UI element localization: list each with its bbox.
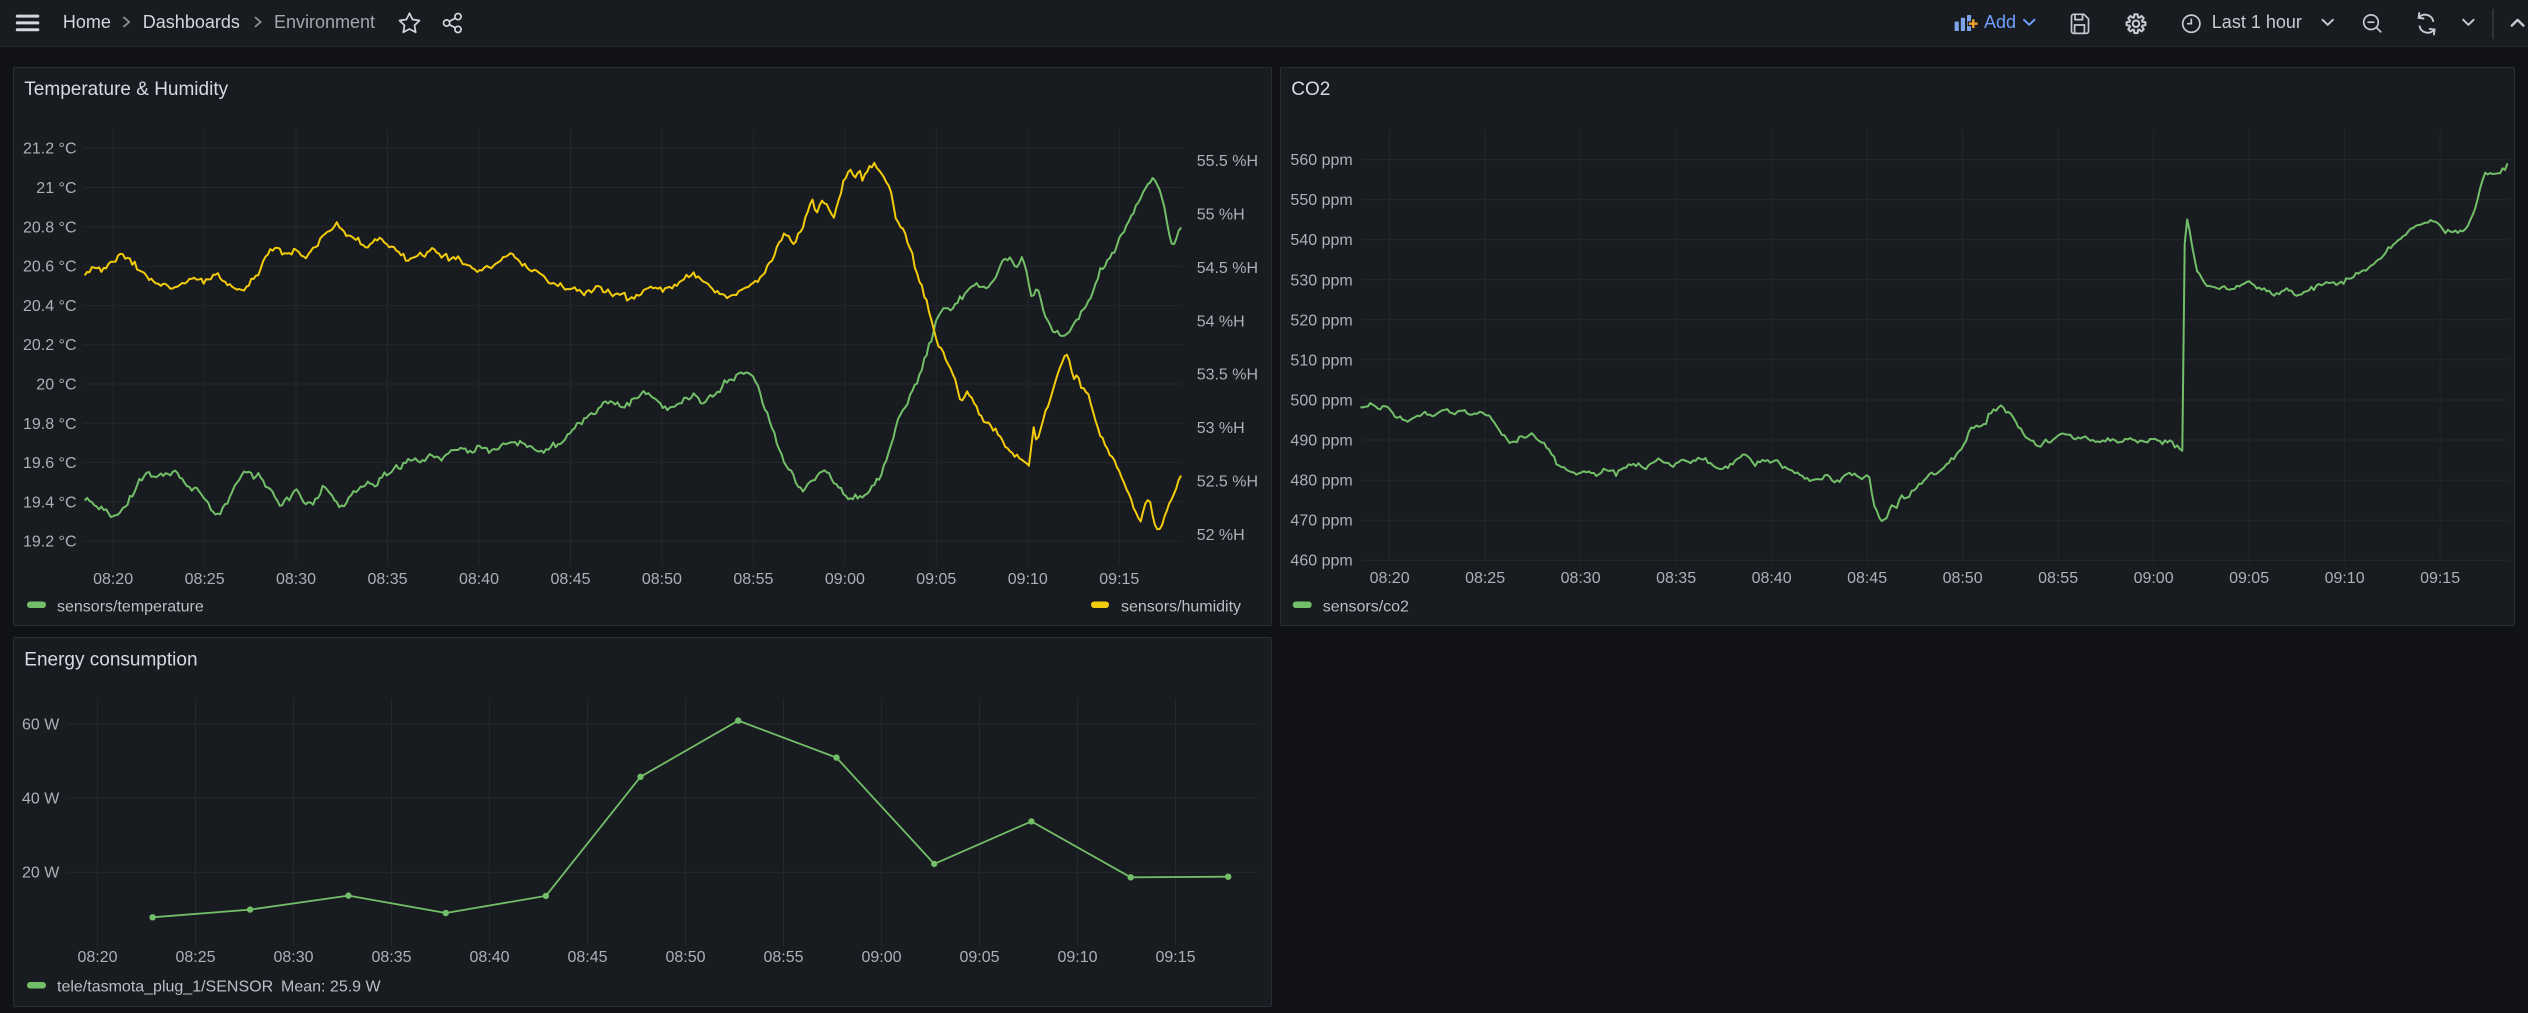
svg-text:19.6 °C: 19.6 °C [23,455,77,472]
svg-text:08:35: 08:35 [367,571,407,588]
svg-text:Temperature & Humidity: Temperature & Humidity [24,79,228,100]
svg-text:09:05: 09:05 [2229,570,2269,587]
svg-text:55 %H: 55 %H [1197,207,1245,224]
svg-text:20.6 °C: 20.6 °C [23,259,77,276]
svg-text:08:30: 08:30 [1561,570,1601,587]
svg-text:20.8 °C: 20.8 °C [23,219,77,236]
svg-text:tele/tasmota_plug_1/SENSOR: tele/tasmota_plug_1/SENSOR [57,979,273,996]
svg-text:08:50: 08:50 [1943,570,1983,587]
svg-text:08:45: 08:45 [550,571,590,588]
svg-text:09:10: 09:10 [1008,571,1048,588]
svg-text:19.8 °C: 19.8 °C [23,416,77,433]
svg-text:08:20: 08:20 [1370,570,1410,587]
svg-text:09:05: 09:05 [959,949,999,966]
svg-text:54.5 %H: 54.5 %H [1197,260,1258,277]
svg-text:08:30: 08:30 [273,949,313,966]
svg-text:20 °C: 20 °C [36,377,76,394]
svg-text:Energy consumption: Energy consumption [24,649,197,670]
svg-text:08:40: 08:40 [469,949,509,966]
svg-text:60 W: 60 W [22,716,60,733]
svg-text:19.2 °C: 19.2 °C [23,534,77,551]
svg-text:52.5 %H: 52.5 %H [1197,474,1258,491]
svg-text:08:45: 08:45 [567,949,607,966]
svg-text:08:55: 08:55 [733,571,773,588]
svg-text:Mean: 25.9 W: Mean: 25.9 W [281,979,382,996]
svg-text:20 W: 20 W [22,865,60,882]
svg-text:08:55: 08:55 [2038,570,2078,587]
svg-text:530 ppm: 530 ppm [1290,272,1352,289]
svg-text:55.5 %H: 55.5 %H [1197,153,1258,170]
svg-text:54 %H: 54 %H [1197,313,1245,330]
svg-text:sensors/co2: sensors/co2 [1323,599,1409,616]
svg-text:08:25: 08:25 [1465,570,1505,587]
svg-text:08:55: 08:55 [763,949,803,966]
svg-text:520 ppm: 520 ppm [1290,312,1352,329]
svg-text:08:20: 08:20 [93,571,133,588]
svg-text:510 ppm: 510 ppm [1290,352,1352,369]
svg-text:40 W: 40 W [22,791,60,808]
svg-text:19.4 °C: 19.4 °C [23,494,77,511]
svg-text:sensors/humidity: sensors/humidity [1121,599,1241,616]
svg-text:09:05: 09:05 [916,571,956,588]
svg-text:09:00: 09:00 [861,949,901,966]
svg-text:08:30: 08:30 [276,571,316,588]
svg-text:540 ppm: 540 ppm [1290,232,1352,249]
svg-text:08:25: 08:25 [185,571,225,588]
svg-text:08:35: 08:35 [371,949,411,966]
svg-text:08:45: 08:45 [1847,570,1887,587]
svg-text:20.4 °C: 20.4 °C [23,298,77,315]
svg-text:08:50: 08:50 [642,571,682,588]
svg-text:500 ppm: 500 ppm [1290,393,1352,410]
svg-text:09:15: 09:15 [1155,949,1195,966]
svg-text:560 ppm: 560 ppm [1290,152,1352,169]
svg-text:21 °C: 21 °C [36,180,76,197]
svg-text:09:00: 09:00 [825,571,865,588]
svg-text:09:00: 09:00 [2134,570,2174,587]
svg-text:08:50: 08:50 [665,949,705,966]
svg-text:08:35: 08:35 [1656,570,1696,587]
svg-text:490 ppm: 490 ppm [1290,433,1352,450]
svg-text:21.2 °C: 21.2 °C [23,141,77,158]
svg-text:53.5 %H: 53.5 %H [1197,367,1258,384]
svg-text:08:40: 08:40 [459,571,499,588]
svg-text:20.2 °C: 20.2 °C [23,337,77,354]
svg-text:sensors/temperature: sensors/temperature [57,599,204,616]
svg-text:460 ppm: 460 ppm [1290,553,1352,570]
svg-text:CO2: CO2 [1291,79,1330,100]
svg-text:08:25: 08:25 [175,949,215,966]
svg-text:09:10: 09:10 [1057,949,1097,966]
svg-text:09:15: 09:15 [2420,570,2460,587]
svg-text:09:10: 09:10 [2325,570,2365,587]
svg-text:09:15: 09:15 [1099,571,1139,588]
svg-text:470 ppm: 470 ppm [1290,513,1352,530]
svg-text:08:20: 08:20 [77,949,117,966]
svg-text:52 %H: 52 %H [1197,527,1245,544]
svg-text:550 ppm: 550 ppm [1290,192,1352,209]
svg-text:53 %H: 53 %H [1197,420,1245,437]
svg-text:08:40: 08:40 [1752,570,1792,587]
svg-text:480 ppm: 480 ppm [1290,473,1352,490]
